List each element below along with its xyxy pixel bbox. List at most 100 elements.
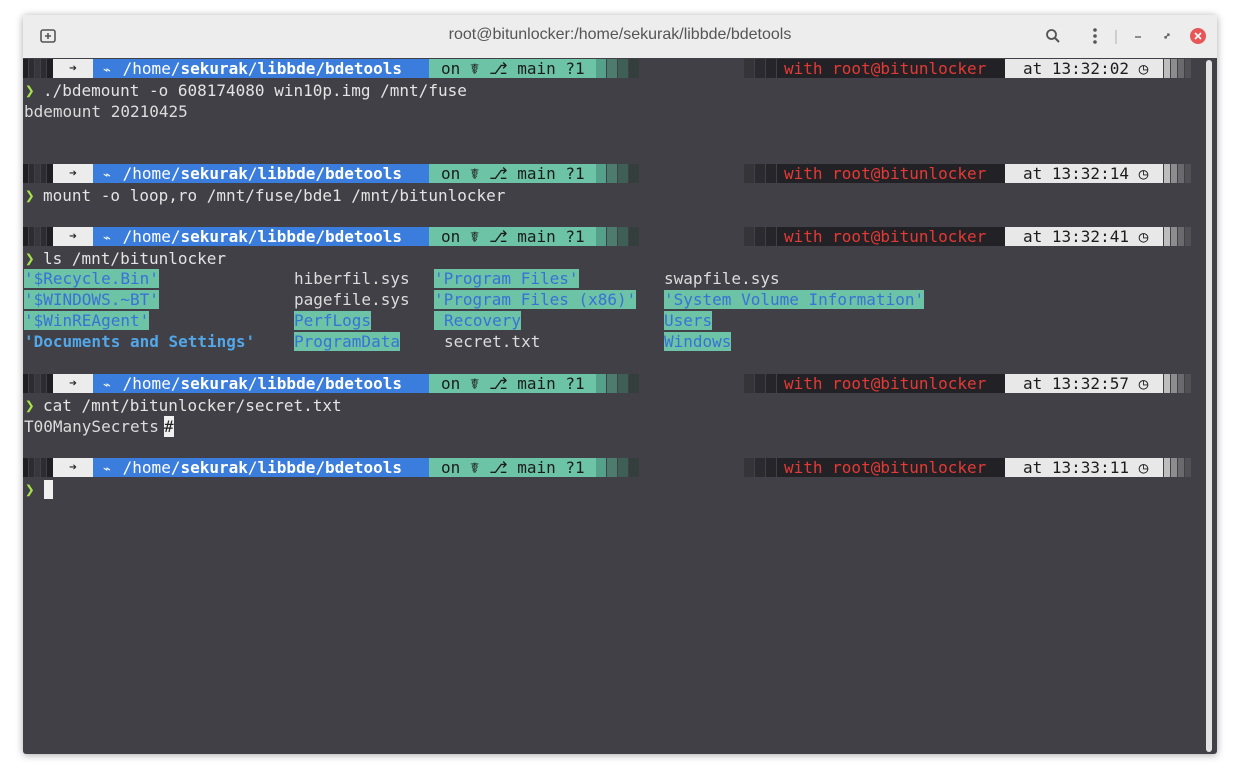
path-prefix: /home/ [122, 227, 181, 246]
prompt-fade [607, 227, 617, 246]
ls-entry: swapfile.sys [23, 269, 1193, 290]
prompt-fade [29, 227, 34, 246]
path-prefix: /home/ [122, 59, 181, 78]
prompt-fade [1164, 227, 1170, 246]
command-text: ls /mnt/bitunlocker [43, 249, 227, 268]
ls-entry: Windows [23, 332, 1193, 353]
prompt-fade [629, 59, 639, 78]
prompt-fade [1185, 164, 1191, 183]
minimize-icon[interactable] [1125, 23, 1151, 49]
path-repo: libbde [257, 227, 316, 246]
prompt-fade [618, 59, 628, 78]
close-icon[interactable] [1190, 28, 1206, 44]
prompt-fade [596, 458, 606, 477]
path-user: sekurak [180, 374, 248, 393]
folder-icon: ⌁ [103, 63, 119, 78]
git-segment: on ☤ ⎇ main ?1 [429, 59, 596, 78]
output-line: bdemount 20210425 [23, 101, 1193, 122]
prompt-fade [1164, 164, 1170, 183]
prompt-chevron: ❯ [25, 186, 35, 205]
path-prefix: /home/ [122, 458, 181, 477]
prompt-line: ➔ ⌁ /home/sekurak/libbde/bdetools on ☤ ⎇ m… [23, 164, 1217, 185]
prompt-fade [766, 59, 776, 78]
prompt-fade [23, 458, 28, 477]
ls-entry-name: Users [664, 311, 713, 330]
folder-icon: ⌁ [103, 378, 119, 393]
command-text: ./bdemount -o 608174080 win10p.img /mnt/… [43, 81, 467, 100]
prompt-fade [1164, 458, 1170, 477]
prompt-line: ➔ ⌁ /home/sekurak/libbde/bdetools on ☤ ⎇ m… [23, 227, 1217, 248]
os-icon: ➔ [53, 59, 93, 78]
prompt-fade [629, 227, 639, 246]
path-prefix: /home/ [122, 164, 181, 183]
command-line[interactable]: ❯ mount -o loop,ro /mnt/fuse/bde1 /mnt/bi… [23, 185, 1193, 206]
text-cursor[interactable] [44, 480, 53, 499]
path-repo: libbde [257, 164, 316, 183]
prompt-chevron: ❯ [25, 480, 35, 499]
path-dir: /bdetools [315, 374, 403, 393]
prompt-fade [1178, 227, 1184, 246]
path-dir: /bdetools [315, 164, 403, 183]
path-repo: libbde [257, 374, 316, 393]
os-icon: ➔ [53, 458, 93, 477]
prompt-fade [23, 164, 28, 183]
prompt-fade [23, 59, 28, 78]
time-segment: at 13:33:11 ◷ [1005, 458, 1163, 477]
prompt-fade [35, 164, 40, 183]
path-repo: libbde [257, 458, 316, 477]
command-line[interactable]: ❯ [23, 479, 1193, 500]
ls-entry: Users [23, 311, 1193, 332]
path-segment: ⌁ /home/sekurak/libbde/bdetools [93, 458, 429, 477]
path-user: sekurak [180, 164, 248, 183]
git-segment: on ☤ ⎇ main ?1 [429, 227, 596, 246]
terminal-area[interactable]: ➔ ⌁ /home/sekurak/libbde/bdetools on ☤ ⎇ m… [23, 58, 1217, 754]
with-segment: with root@bitunlocker [777, 374, 1005, 393]
path-sep: / [247, 59, 258, 78]
prompt-fade [766, 374, 776, 393]
prompt-fade [1185, 458, 1191, 477]
with-segment: with root@bitunlocker [777, 458, 1005, 477]
no-newline-marker: # [164, 416, 174, 437]
prompt-fade [1171, 59, 1177, 78]
prompt-fade [35, 458, 40, 477]
terminal-window: root@bitunlocker:/home/sekurak/libbde/bd… [23, 15, 1217, 754]
prompt-fade [618, 227, 628, 246]
prompt-fade [755, 164, 765, 183]
prompt-fade [618, 374, 628, 393]
time-segment: at 13:32:41 ◷ [1005, 227, 1163, 246]
path-sep: / [247, 164, 258, 183]
prompt-fade [607, 59, 617, 78]
git-segment: on ☤ ⎇ main ?1 [429, 164, 596, 183]
prompt-fade [596, 227, 606, 246]
prompt-fade [755, 59, 765, 78]
prompt-fade [629, 374, 639, 393]
output-text: T00ManySecrets [24, 417, 159, 436]
command-line[interactable]: ❯ cat /mnt/bitunlocker/secret.txt [23, 395, 1193, 416]
time-segment: at 13:32:14 ◷ [1005, 164, 1163, 183]
git-segment: on ☤ ⎇ main ?1 [429, 458, 596, 477]
folder-icon: ⌁ [103, 231, 119, 246]
prompt-chevron: ❯ [25, 81, 35, 100]
path-user: sekurak [180, 59, 248, 78]
menu-kebab-icon[interactable] [1082, 23, 1108, 49]
path-prefix: /home/ [122, 374, 181, 393]
path-segment: ⌁ /home/sekurak/libbde/bdetools [93, 164, 429, 183]
prompt-fade [766, 458, 776, 477]
prompt-fade [1185, 59, 1191, 78]
prompt-fade [1171, 458, 1177, 477]
prompt-fade [755, 227, 765, 246]
prompt-fade [1178, 164, 1184, 183]
prompt-fade [1171, 164, 1177, 183]
prompt-fade [755, 458, 765, 477]
path-repo: libbde [257, 59, 316, 78]
ls-entry-name: 'System Volume Information' [664, 290, 925, 309]
command-line[interactable]: ❯ ls /mnt/bitunlocker [23, 248, 1193, 269]
command-line[interactable]: ❯ ./bdemount -o 608174080 win10p.img /mnt… [23, 80, 1193, 101]
prompt-fade [35, 59, 40, 78]
prompt-fade [744, 458, 754, 477]
restore-icon[interactable] [1154, 23, 1180, 49]
prompt-fade [1185, 374, 1191, 393]
search-icon[interactable] [1040, 23, 1066, 49]
prompt-fade [1164, 374, 1170, 393]
prompt-fade [1185, 227, 1191, 246]
